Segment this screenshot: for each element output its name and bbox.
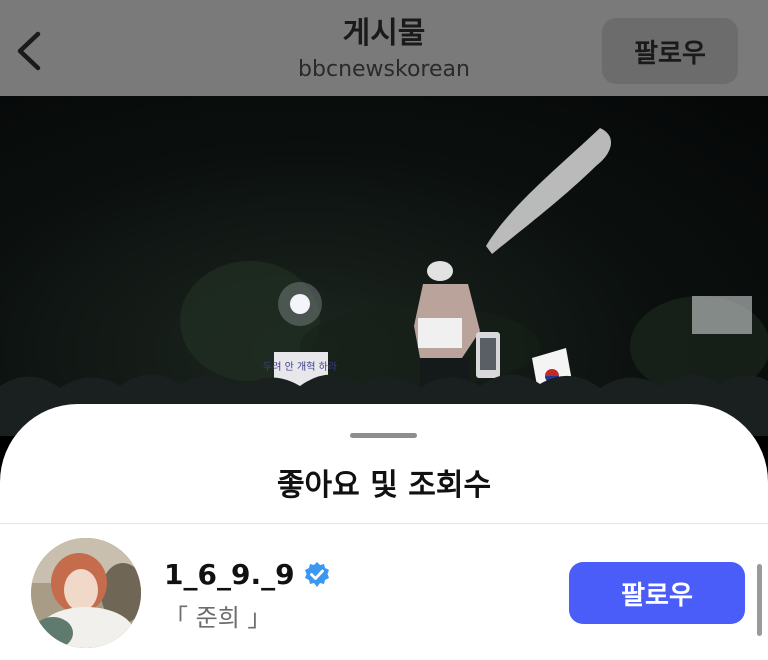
username[interactable]: 1_6_9._9 bbox=[164, 558, 331, 591]
scrollbar[interactable] bbox=[757, 564, 762, 636]
avatar[interactable] bbox=[31, 538, 141, 648]
header-follow-button[interactable]: 팔로우 bbox=[602, 18, 738, 84]
post-photo[interactable]: 두려 안 개혁 하라 bbox=[0, 96, 768, 436]
follow-button[interactable]: 팔로우 bbox=[569, 562, 745, 624]
protest-night-photo: 두려 안 개혁 하라 bbox=[0, 128, 768, 436]
sheet-title: 좋아요 및 조회수 bbox=[276, 468, 492, 503]
post-header: 게시물 bbcnewskorean 팔로우 bbox=[0, 0, 768, 96]
sheet-drag-handle[interactable] bbox=[350, 433, 417, 438]
sign-text: 두려 안 개혁 하라 bbox=[263, 360, 337, 373]
verified-badge-icon bbox=[304, 561, 329, 587]
likes-views-sheet: 좋아요 및 조회수 1_6_9._9 「 준희 」 팔로우 bbox=[0, 404, 768, 660]
user-full-name: 「 준희 」 bbox=[164, 604, 272, 632]
user-photo bbox=[31, 538, 141, 648]
username-text: 1_6_9._9 bbox=[164, 558, 295, 591]
user-row[interactable]: 1_6_9._9 「 준희 」 팔로우 bbox=[0, 524, 768, 660]
